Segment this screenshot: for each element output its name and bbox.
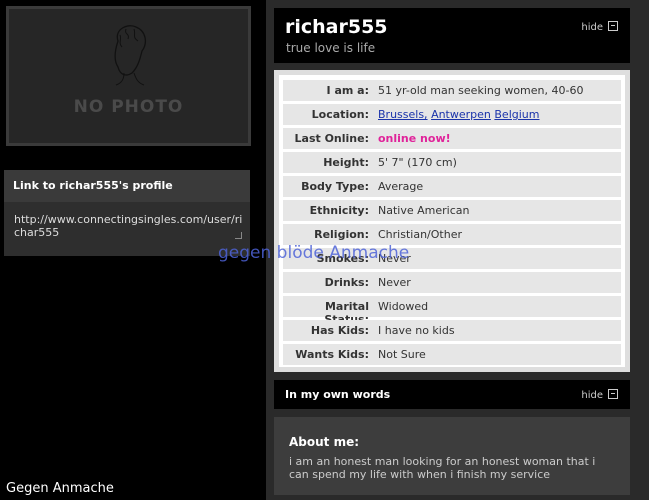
detail-row-drinks: Drinks: Never <box>283 272 621 293</box>
collapse-icon <box>608 389 618 399</box>
profile-photo: NO PHOTO <box>6 6 251 146</box>
detail-row-last-online: Last Online: online now! <box>283 128 621 149</box>
about-me-section: About me: i am an honest man looking for… <box>274 417 630 495</box>
detail-value: Native American <box>378 204 470 217</box>
profile-link-box: Link to richar555's profile http://www.c… <box>4 170 250 256</box>
footer-text: Gegen Anmache <box>6 481 114 496</box>
detail-label: Location: <box>311 108 369 121</box>
detail-value: Christian/Other <box>378 228 462 241</box>
detail-row-body-type: Body Type: Average <box>283 176 621 197</box>
detail-row-i-am: I am a: 51 yr-old man seeking women, 40-… <box>283 80 621 101</box>
detail-label: Body Type: <box>301 180 369 193</box>
detail-value: Never <box>378 276 411 289</box>
hide-label: hide <box>581 22 603 33</box>
detail-value: Average <box>378 180 424 193</box>
detail-label: Height: <box>323 156 369 169</box>
detail-label: Last Online: <box>294 132 369 145</box>
about-me-text: i am an honest man looking for an honest… <box>289 455 596 481</box>
detail-row-religion: Religion: Christian/Other <box>283 224 621 245</box>
online-status: online now! <box>378 132 451 145</box>
detail-value: 51 yr-old man seeking women, 40-60 <box>378 84 584 97</box>
location-link-country[interactable]: Belgium <box>494 108 539 121</box>
detail-row-wants-kids: Wants Kids: Not Sure <box>283 344 621 365</box>
detail-row-has-kids: Has Kids: I have no kids <box>283 320 621 341</box>
location-link-city[interactable]: Brussels, <box>378 108 428 121</box>
profile-header: richar555 true love is life hide <box>274 8 630 63</box>
hide-own-words-button[interactable]: hide <box>581 389 618 401</box>
collapse-icon <box>608 21 618 31</box>
overlay-watermark-text: gegen blöde Anmache <box>218 243 410 263</box>
detail-label: Drinks: <box>324 276 369 289</box>
person-silhouette-icon <box>114 25 147 86</box>
detail-value: I have no kids <box>378 324 455 337</box>
detail-label: I am a: <box>326 84 369 97</box>
no-photo-text: NO PHOTO <box>73 97 184 117</box>
detail-label: Ethnicity: <box>309 204 369 217</box>
resize-grip-icon[interactable] <box>235 232 242 239</box>
profile-tagline: true love is life <box>286 41 376 55</box>
detail-value: Not Sure <box>378 348 426 361</box>
own-words-header: In my own words hide <box>274 380 630 409</box>
detail-label: Has Kids: <box>310 324 369 337</box>
details-panel: I am a: 51 yr-old man seeking women, 40-… <box>274 70 630 372</box>
detail-value: Widowed <box>378 300 429 313</box>
photo-placeholder: NO PHOTO <box>9 9 248 143</box>
detail-value: 5' 7" (170 cm) <box>378 156 457 169</box>
detail-label: Wants Kids: <box>295 348 369 361</box>
own-words-title: In my own words <box>285 388 391 401</box>
location-link-region[interactable]: Antwerpen <box>431 108 491 121</box>
detail-row-height: Height: 5' 7" (170 cm) <box>283 152 621 173</box>
location-links: Brussels, Antwerpen Belgium <box>378 108 540 121</box>
details-table: I am a: 51 yr-old man seeking women, 40-… <box>279 75 625 367</box>
detail-row-location: Location: Brussels, Antwerpen Belgium <box>283 104 621 125</box>
hide-header-button[interactable]: hide <box>581 21 618 33</box>
detail-row-marital-status: Marital Status: Widowed <box>283 296 621 326</box>
detail-label: Religion: <box>314 228 369 241</box>
about-me-title: About me: <box>289 435 360 449</box>
detail-row-ethnicity: Ethnicity: Native American <box>283 200 621 221</box>
profile-link-title: Link to richar555's profile <box>4 170 250 202</box>
profile-link-url-field[interactable]: http://www.connectingsingles.com/user/ri… <box>14 213 244 239</box>
username-title: richar555 <box>285 16 388 38</box>
hide-label: hide <box>581 390 603 401</box>
